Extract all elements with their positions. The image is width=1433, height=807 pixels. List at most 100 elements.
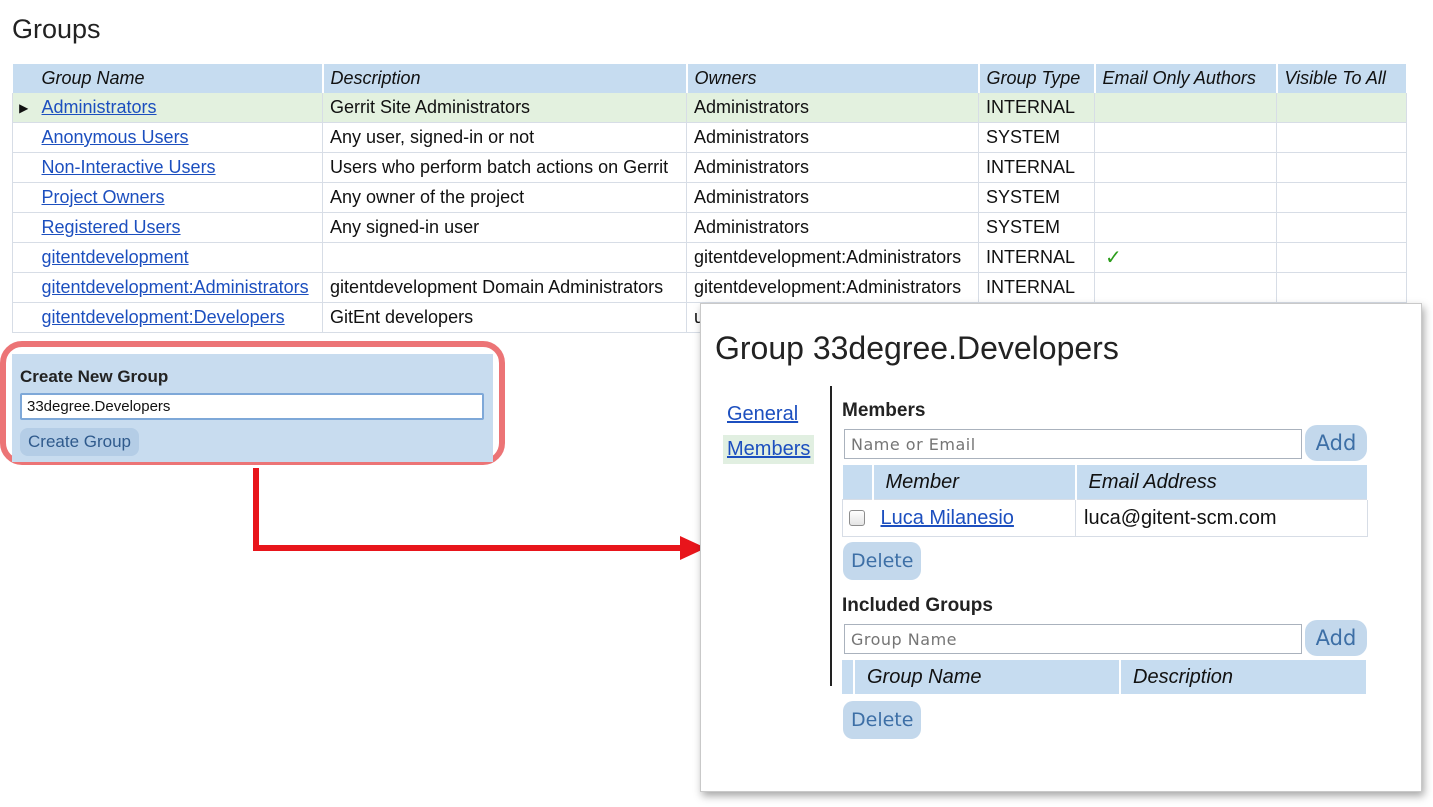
create-group-title: Create New Group (20, 367, 169, 386)
group-link[interactable]: Registered Users (42, 217, 181, 237)
tab-members[interactable]: Members (723, 435, 815, 464)
owners-cell: Administrators (686, 182, 979, 213)
group-type-cell: INTERNAL (978, 242, 1095, 273)
description-cell (322, 242, 687, 273)
group-name-cell: Administrators (34, 93, 323, 123)
triangle-right-icon: ▶ (12, 93, 35, 123)
group-type-cell: INTERNAL (978, 93, 1095, 123)
pointer-cell (12, 242, 35, 273)
select-cell (842, 499, 873, 537)
select-column-header (842, 465, 874, 500)
table-row: Luca Milanesio luca@gitent-scm.com (842, 499, 1368, 537)
description-cell: Any user, signed-in or not (322, 122, 687, 153)
page-title: Groups (12, 14, 101, 44)
owners-cell: Administrators (686, 152, 979, 183)
visible-cell (1276, 272, 1407, 303)
group-name-cell: Anonymous Users (34, 122, 323, 153)
member-link[interactable]: Luca Milanesio (881, 507, 1014, 529)
member-email-cell: luca@gitent-scm.com (1075, 499, 1368, 537)
group-link[interactable]: Anonymous Users (42, 127, 189, 147)
group-link[interactable]: gitentdevelopment:Administrators (42, 277, 309, 297)
group-name-cell: Registered Users (34, 212, 323, 243)
visible-cell (1276, 152, 1407, 183)
table-row[interactable]: ▶ Administrators Gerrit Site Administrat… (12, 93, 1407, 123)
group-title: Group 33degree.Developers (715, 330, 1119, 366)
column-header-owners[interactable]: Owners (686, 64, 980, 93)
table-row[interactable]: Non-Interactive Users Users who perform … (12, 152, 1407, 183)
column-header-email-only-authors[interactable]: Email Only Authors (1094, 64, 1278, 93)
description-cell: gitentdevelopment Domain Administrators (322, 272, 687, 303)
member-name-cell: Luca Milanesio (872, 499, 1076, 537)
column-header-email-address[interactable]: Email Address (1075, 465, 1369, 500)
group-link[interactable]: gitentdevelopment:Developers (42, 307, 285, 327)
column-header-group-type[interactable]: Group Type (978, 64, 1096, 93)
pointer-cell (12, 302, 35, 333)
group-search-input[interactable] (844, 624, 1302, 654)
email-only-cell (1094, 212, 1277, 243)
group-type-cell: SYSTEM (978, 182, 1095, 213)
group-link[interactable]: Project Owners (42, 187, 165, 207)
visible-cell (1276, 93, 1407, 123)
new-group-name-input[interactable] (20, 393, 484, 420)
checkmark-icon: ✓ (1105, 247, 1122, 269)
table-row[interactable]: Registered Users Any signed-in user Admi… (12, 212, 1407, 243)
pointer-cell (12, 212, 35, 243)
description-cell: GitEnt developers (322, 302, 687, 333)
group-detail-panel: Group 33degree.Developers General Member… (700, 303, 1422, 792)
delete-member-button[interactable]: Delete (843, 542, 922, 580)
pointer-cell (12, 152, 35, 183)
email-only-cell (1094, 152, 1277, 183)
create-group-panel: Create New Group Create Group (12, 354, 493, 462)
nav-divider (830, 386, 832, 686)
description-cell: Gerrit Site Administrators (322, 93, 687, 123)
owners-cell: gitentdevelopment:Administrators (686, 272, 979, 303)
pointer-cell (12, 182, 35, 213)
email-only-cell (1094, 182, 1277, 213)
column-header-visible-to-all[interactable]: Visible To All (1276, 64, 1408, 93)
add-member-button[interactable]: Add (1305, 425, 1367, 461)
group-link[interactable]: Administrators (42, 97, 157, 117)
included-groups-table: Group Name Description (842, 660, 1368, 694)
column-header-description[interactable]: Description (322, 64, 688, 93)
member-search-input[interactable] (844, 429, 1302, 459)
select-column-header (842, 660, 855, 694)
pointer-column-header (12, 64, 35, 93)
group-name-cell: Non-Interactive Users (34, 152, 323, 183)
delete-group-button[interactable]: Delete (843, 701, 922, 739)
visible-cell (1276, 242, 1407, 273)
table-row[interactable]: gitentdevelopment:Administrators gitentd… (12, 272, 1407, 303)
groups-table-header: Group Name Description Owners Group Type… (12, 64, 1408, 93)
column-header-group-name[interactable]: Group Name (34, 64, 324, 93)
member-select-checkbox[interactable] (849, 510, 865, 527)
column-header-member[interactable]: Member (872, 465, 1077, 500)
group-type-cell: INTERNAL (978, 152, 1095, 183)
add-group-button[interactable]: Add (1305, 620, 1367, 656)
members-table-header: Member Email Address (842, 465, 1369, 500)
visible-cell (1276, 122, 1407, 153)
table-row[interactable]: gitentdevelopment gitentdevelopment:Admi… (12, 242, 1407, 273)
arrow-right-icon (253, 468, 706, 560)
column-header-group-name[interactable]: Group Name (854, 660, 1121, 694)
group-type-cell: SYSTEM (978, 122, 1095, 153)
group-link[interactable]: gitentdevelopment (42, 247, 189, 267)
email-only-cell: ✓ (1094, 242, 1277, 273)
visible-cell (1276, 212, 1407, 243)
description-cell: Any owner of the project (322, 182, 687, 213)
create-group-button[interactable]: Create Group (20, 428, 139, 456)
owners-cell: Administrators (686, 212, 979, 243)
column-header-description[interactable]: Description (1120, 660, 1368, 694)
email-only-cell (1094, 272, 1277, 303)
description-cell: Users who perform batch actions on Gerri… (322, 152, 687, 183)
group-name-cell: Project Owners (34, 182, 323, 213)
group-link[interactable]: Non-Interactive Users (42, 157, 216, 177)
visible-cell (1276, 182, 1407, 213)
members-section-title: Members (842, 400, 926, 421)
table-row[interactable]: Project Owners Any owner of the project … (12, 182, 1407, 213)
group-name-cell: gitentdevelopment:Administrators (34, 272, 323, 303)
group-type-cell: INTERNAL (978, 272, 1095, 303)
tab-general[interactable]: General (727, 403, 798, 426)
groups-table: Group Name Description Owners Group Type… (12, 64, 1408, 333)
table-row[interactable]: Anonymous Users Any user, signed-in or n… (12, 122, 1407, 153)
pointer-cell (12, 122, 35, 153)
email-only-cell (1094, 93, 1277, 123)
